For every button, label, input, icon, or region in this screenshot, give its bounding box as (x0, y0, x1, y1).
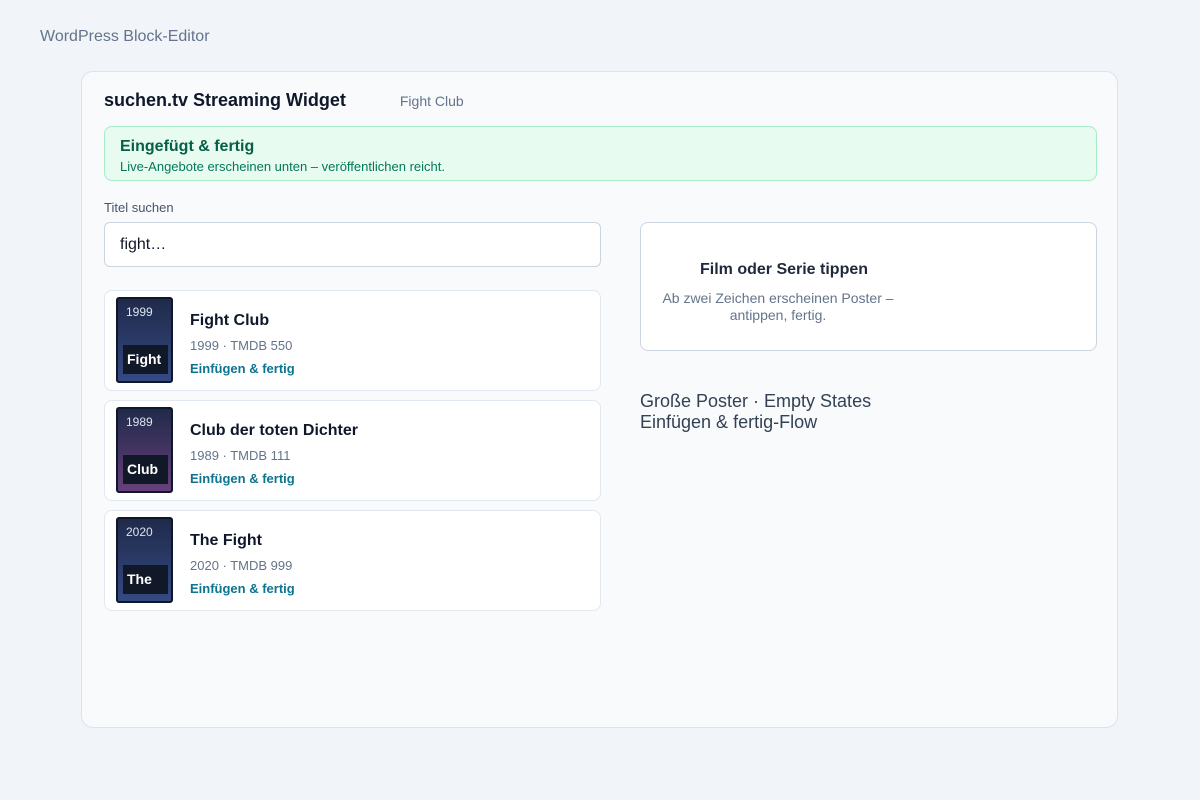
search-input[interactable] (104, 222, 601, 267)
poster-title-word: The (123, 565, 168, 594)
streaming-widget-block: suchen.tv Streaming Widget Fight Club Ei… (81, 71, 1118, 728)
widget-header: suchen.tv Streaming Widget Fight Club (104, 90, 464, 111)
success-text: Live-Angebote erscheinen unten – veröffe… (120, 159, 445, 174)
insert-done-button[interactable]: Einfügen & fertig (190, 361, 295, 376)
insert-done-button[interactable]: Einfügen & fertig (190, 471, 295, 486)
poster-thumbnail: 1989 Club (116, 407, 173, 493)
app-label: WordPress Block-Editor (40, 28, 210, 45)
feature-line-1: Große Poster · Empty States (640, 391, 872, 411)
success-title: Eingefügt & fertig (120, 138, 255, 155)
result-title: Club der toten Dichter (190, 422, 359, 439)
poster-year: 1999 (126, 305, 153, 319)
result-item-fight-club[interactable]: 1999 Fight Fight Club 1999 · TMDB 550 Ei… (104, 290, 601, 391)
poster-thumbnail: 1999 Fight (116, 297, 173, 383)
feature-line-2: Einfügen & fertig-Flow (640, 412, 818, 432)
selected-title: Fight Club (399, 93, 464, 109)
result-title: Fight Club (190, 312, 270, 329)
feature-note: Große Poster · Empty States Einfügen & f… (640, 391, 871, 433)
empty-state-title: Film oder Serie tippen (699, 261, 869, 278)
poster-title-word: Club (123, 455, 168, 484)
poster-year: 2020 (126, 525, 153, 539)
result-item-the-fight[interactable]: 2020 The The Fight 2020 · TMDB 999 Einfü… (104, 510, 601, 611)
empty-state-text: Ab zwei Zeichen erscheinen Poster – anti… (662, 290, 894, 323)
result-title: The Fight (190, 532, 262, 549)
poster-title-word: Fight (123, 345, 168, 374)
poster-year: 1989 (126, 415, 153, 429)
success-banner: Eingefügt & fertig Live-Angebote erschei… (104, 126, 1097, 181)
empty-state-card: Film oder Serie tippen Ab zwei Zeichen e… (640, 222, 1097, 351)
result-meta: 1989 · TMDB 111 (190, 448, 291, 463)
search-results: 1999 Fight Fight Club 1999 · TMDB 550 Ei… (104, 290, 601, 620)
search-label: Titel suchen (104, 200, 174, 215)
result-item-club-der-toten-dichter[interactable]: 1989 Club Club der toten Dichter 1989 · … (104, 400, 601, 501)
result-meta: 1999 · TMDB 550 (190, 338, 293, 353)
insert-done-button[interactable]: Einfügen & fertig (190, 581, 295, 596)
poster-thumbnail: 2020 The (116, 517, 173, 603)
widget-title: suchen.tv Streaming Widget (104, 90, 346, 110)
result-meta: 2020 · TMDB 999 (190, 558, 293, 573)
